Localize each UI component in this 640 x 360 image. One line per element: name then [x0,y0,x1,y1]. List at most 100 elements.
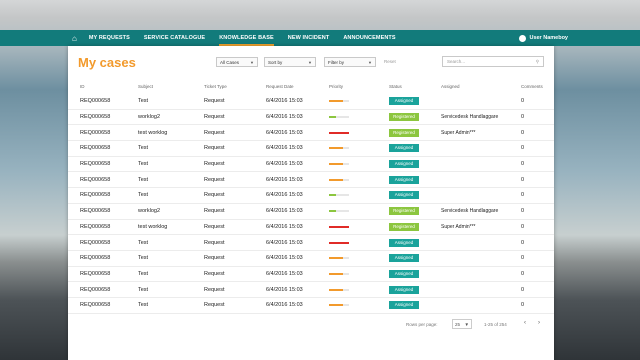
column-header-id[interactable]: ID [80,84,138,89]
table-header: ID Subject Ticket Type Request Date Prio… [68,81,554,91]
chevron-down-icon: ▼ [368,59,372,65]
priority-bar-fill [329,100,343,103]
cell-status: Registered [389,113,441,122]
table-row[interactable]: REQ000658 test worklog Request 6/4/2016 15:… [68,125,554,142]
nav-announcements[interactable]: ANNOUNCEMENTS [343,30,395,46]
table-row[interactable]: REQ000658 Test Request 6/4/2016 15:03 Assign… [68,298,554,314]
user-menu[interactable]: User Nameboy [519,30,568,46]
priority-bar-fill [329,131,349,134]
column-header-ticket-type[interactable]: Ticket Type [204,84,266,89]
rows-per-page-select[interactable]: 25 ▼ [452,319,472,329]
priority-bar [329,288,349,291]
cell-priority [329,210,389,213]
priority-bar [329,225,349,228]
status-badge: Assigned [389,269,419,278]
column-header-status[interactable]: Status [389,84,441,89]
cell-comments: 0 [521,270,525,277]
table-row[interactable]: REQ000658 test worklog Request 6/4/2016 15:… [68,220,554,236]
cell-subject: Test [138,302,149,309]
table-row[interactable]: REQ000658 Test Request 6/4/2016 15:03 Assign… [68,141,554,157]
column-header-priority[interactable]: Priority [329,84,389,89]
cell-request-date: 6/4/2016 15:03 [266,192,303,199]
chevron-down-icon: ▼ [464,321,469,327]
cell-assigned: Super Admin*** [441,129,476,136]
column-header-assigned[interactable]: Assigned [441,84,521,89]
cell-status: Assigned [389,175,441,184]
sort-select[interactable]: Sort by ▼ [264,57,316,67]
prev-page-icon[interactable]: ‹ [524,320,526,326]
cell-subject: Test [138,176,149,183]
cases-panel: My cases All Cases ▼ Sort by ▼ Filter by ▼ … [68,46,554,360]
next-page-icon[interactable]: › [538,320,540,326]
status-badge: Assigned [389,97,419,106]
table-row[interactable]: REQ000658 Test Request 6/4/2016 15:03 Assign… [68,282,554,298]
cell-subject: Test [138,161,149,168]
status-badge: Assigned [389,254,419,263]
cell-comments: 0 [521,223,525,230]
priority-bar [329,163,349,166]
cell-subject: Test [138,98,149,105]
cell-status: Assigned [389,285,441,294]
cell-id: REQ000658 [80,145,111,152]
column-header-request-date[interactable]: Request Date [266,84,329,89]
priority-bar-fill [329,288,343,291]
table-row[interactable]: REQ000658 Test Request 6/4/2016 15:03 Assign… [68,267,554,283]
table-row[interactable]: REQ000658 worklog2 Request 6/4/2016 15:03 Re… [68,110,554,126]
chevron-down-icon: ▼ [308,59,312,65]
cell-comments: 0 [521,98,525,105]
reset-link[interactable]: Reset [384,59,396,64]
cell-priority [329,272,389,275]
cases-select[interactable]: All Cases ▼ [216,57,258,67]
column-header-subject[interactable]: Subject [138,84,204,89]
filter-select[interactable]: Filter by ▼ [324,57,376,67]
priority-bar-fill [329,116,336,119]
cell-status: Assigned [389,301,441,310]
cell-id: REQ000658 [80,161,111,168]
column-header-comments[interactable]: Comments [521,84,566,89]
sort-select-value: Sort by [268,59,283,65]
table-row[interactable]: REQ000658 Test Request 6/4/2016 15:03 Assign… [68,235,554,251]
table-row[interactable]: REQ000658 Test Request 6/4/2016 15:03 Assign… [68,157,554,173]
cell-subject: test worklog [138,223,168,230]
cell-id: REQ000658 [80,255,111,262]
cell-priority [329,131,389,134]
cell-ticket-type: Request [204,98,225,105]
cell-ticket-type: Request [204,145,225,152]
cell-comments: 0 [521,192,525,199]
nav-my-requests[interactable]: MY REQUESTS [89,30,130,46]
user-name: User Nameboy [529,35,568,41]
priority-bar [329,257,349,260]
cell-subject: worklog2 [138,208,161,215]
cell-request-date: 6/4/2016 15:03 [266,98,303,105]
cell-comments: 0 [521,176,525,183]
cell-priority [329,288,389,291]
cell-subject: Test [138,270,149,277]
cell-subject: Test [138,286,149,293]
cell-request-date: 6/4/2016 15:03 [266,145,303,152]
search-input[interactable]: Search... ⚲ [442,56,544,67]
cell-id: REQ000658 [80,98,111,105]
cell-id: REQ000658 [80,270,111,277]
cell-id: REQ000658 [80,208,111,215]
home-icon[interactable]: ⌂ [72,30,77,46]
table-row[interactable]: REQ000658 worklog2 Request 6/4/2016 15:03 Re… [68,204,554,220]
cell-request-date: 6/4/2016 15:03 [266,223,303,230]
cell-id: REQ000658 [80,176,111,183]
priority-bar-fill [329,194,336,197]
nav-new-incident[interactable]: NEW INCIDENT [288,30,330,46]
cell-subject: worklog2 [138,114,161,121]
status-badge: Assigned [389,301,419,310]
table-row[interactable]: REQ000658 Test Request 6/4/2016 15:03 Assign… [68,188,554,204]
status-badge: Assigned [389,238,419,247]
nav-service-catalogue[interactable]: SERVICE CATALOGUE [144,30,205,46]
search-icon[interactable]: ⚲ [536,59,539,65]
nav-knowledge-base[interactable]: KNOWLEDGE BASE [219,30,274,46]
table-row[interactable]: REQ000658 Test Request 6/4/2016 15:03 Assign… [68,94,554,110]
cell-ticket-type: Request [204,208,225,215]
cell-priority [329,257,389,260]
cell-status: Registered [389,222,441,231]
cell-comments: 0 [521,145,525,152]
table-row[interactable]: REQ000658 Test Request 6/4/2016 15:03 Assign… [68,172,554,189]
chevron-down-icon: ▼ [250,59,254,65]
table-row[interactable]: REQ000658 Test Request 6/4/2016 15:03 Assign… [68,251,554,267]
